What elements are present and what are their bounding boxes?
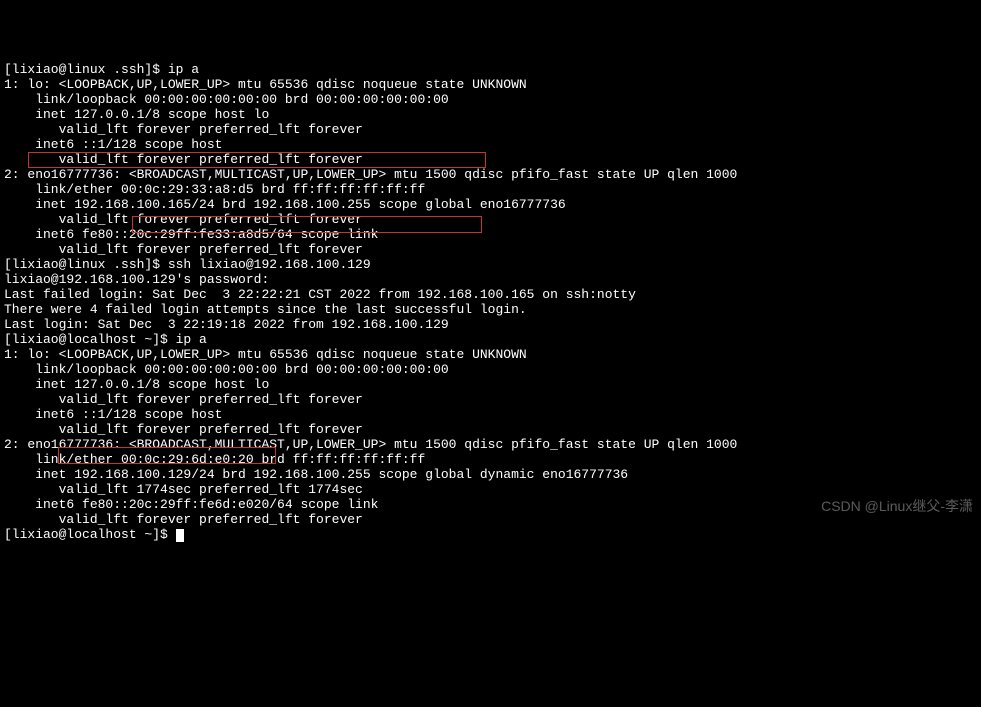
terminal-line: valid_lft forever preferred_lft forever bbox=[4, 422, 977, 437]
terminal-line: inet6 ::1/128 scope host bbox=[4, 137, 977, 152]
terminal-line: valid_lft forever preferred_lft forever bbox=[4, 212, 977, 227]
terminal-line: Last login: Sat Dec 3 22:19:18 2022 from… bbox=[4, 317, 977, 332]
terminal-line: [lixiao@localhost ~]$ ip a bbox=[4, 332, 977, 347]
terminal-line: link/ether 00:0c:29:33:a8:d5 brd ff:ff:f… bbox=[4, 182, 977, 197]
terminal-line: valid_lft forever preferred_lft forever bbox=[4, 122, 977, 137]
terminal-line: inet 127.0.0.1/8 scope host lo bbox=[4, 377, 977, 392]
terminal-line: valid_lft forever preferred_lft forever bbox=[4, 512, 977, 527]
terminal-output[interactable]: [lixiao@linux .ssh]$ ip a1: lo: <LOOPBAC… bbox=[4, 62, 977, 542]
terminal-line: 1: lo: <LOOPBACK,UP,LOWER_UP> mtu 65536 … bbox=[4, 347, 977, 362]
terminal-line: 1: lo: <LOOPBACK,UP,LOWER_UP> mtu 65536 … bbox=[4, 77, 977, 92]
terminal-line: inet 192.168.100.165/24 brd 192.168.100.… bbox=[4, 197, 977, 212]
cursor bbox=[176, 529, 184, 542]
terminal-line: inet6 fe80::20c:29ff:fe6d:e020/64 scope … bbox=[4, 497, 977, 512]
terminal-line: Last failed login: Sat Dec 3 22:22:21 CS… bbox=[4, 287, 977, 302]
terminal-line: [lixiao@localhost ~]$ bbox=[4, 527, 977, 542]
terminal-line: [lixiao@linux .ssh]$ ip a bbox=[4, 62, 977, 77]
terminal-line: 2: eno16777736: <BROADCAST,MULTICAST,UP,… bbox=[4, 437, 977, 452]
terminal-line: [lixiao@linux .ssh]$ ssh lixiao@192.168.… bbox=[4, 257, 977, 272]
terminal-line: valid_lft forever preferred_lft forever bbox=[4, 392, 977, 407]
terminal-line: inet 127.0.0.1/8 scope host lo bbox=[4, 107, 977, 122]
terminal-line: valid_lft forever preferred_lft forever bbox=[4, 242, 977, 257]
terminal-line: valid_lft 1774sec preferred_lft 1774sec bbox=[4, 482, 977, 497]
terminal-line: inet6 ::1/128 scope host bbox=[4, 407, 977, 422]
terminal-line: link/loopback 00:00:00:00:00:00 brd 00:0… bbox=[4, 362, 977, 377]
terminal-line: valid_lft forever preferred_lft forever bbox=[4, 152, 977, 167]
terminal-line: There were 4 failed login attempts since… bbox=[4, 302, 977, 317]
terminal-line: link/loopback 00:00:00:00:00:00 brd 00:0… bbox=[4, 92, 977, 107]
terminal-line: inet 192.168.100.129/24 brd 192.168.100.… bbox=[4, 467, 977, 482]
terminal-line: link/ether 00:0c:29:6d:e0:20 brd ff:ff:f… bbox=[4, 452, 977, 467]
terminal-line: inet6 fe80::20c:29ff:fe33:a8d5/64 scope … bbox=[4, 227, 977, 242]
terminal-line: lixiao@192.168.100.129's password: bbox=[4, 272, 977, 287]
terminal-line: 2: eno16777736: <BROADCAST,MULTICAST,UP,… bbox=[4, 167, 977, 182]
